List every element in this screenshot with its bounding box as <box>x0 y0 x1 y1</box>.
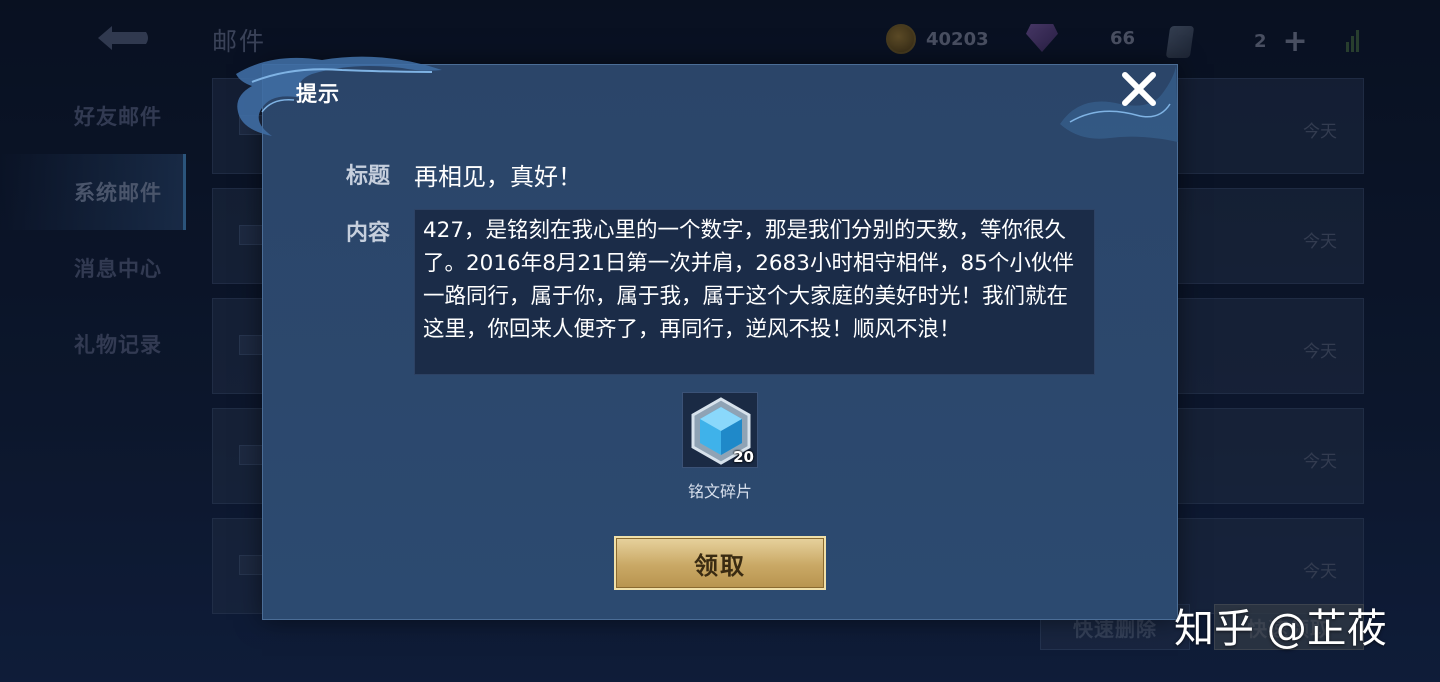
claim-button[interactable]: 领取 <box>614 536 826 590</box>
dialog-title: 提示 <box>296 82 340 106</box>
mail-content[interactable]: 427，是铭刻在我心里的一个数字，那是我们分别的天数，等你很久了。2016年8月… <box>414 209 1095 375</box>
watermark: 知乎 @芷莜 <box>1174 606 1387 652</box>
cloud-ornament-icon <box>236 56 442 136</box>
subject-label: 标题 <box>346 164 391 189</box>
cloud-ornament-right-icon <box>1060 66 1178 142</box>
close-icon[interactable] <box>1118 68 1160 110</box>
reward-count: 20 <box>733 448 754 466</box>
reward-item[interactable]: 20 <box>682 392 758 468</box>
reward-name: 铭文碎片 <box>687 482 752 501</box>
content-label: 内容 <box>346 221 391 246</box>
mail-subject: 再相见，真好！ <box>414 163 582 191</box>
